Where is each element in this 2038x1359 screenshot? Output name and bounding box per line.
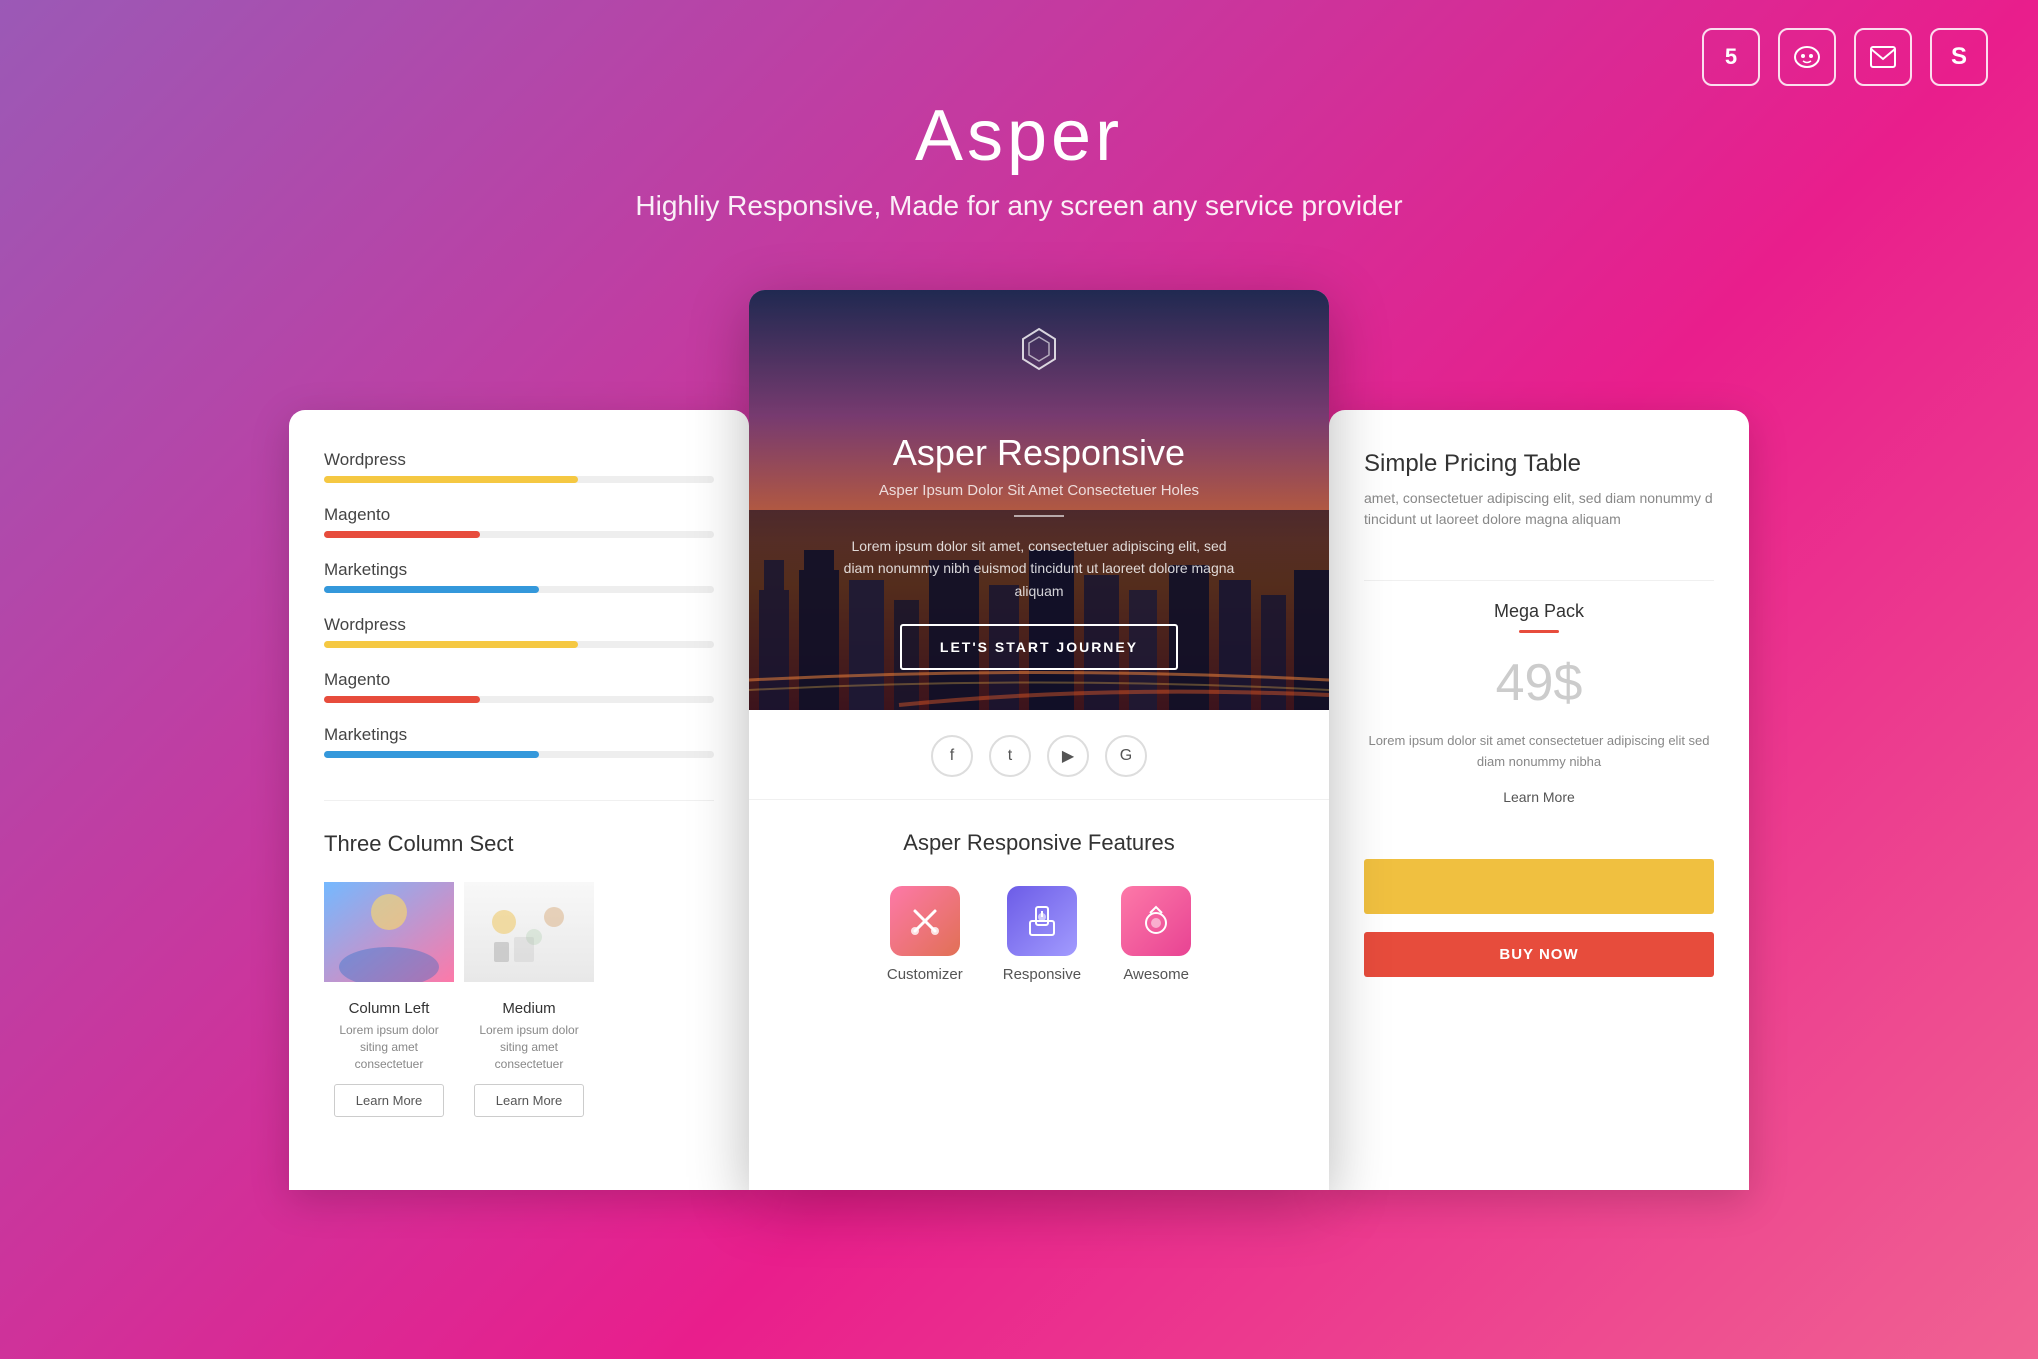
skill-label-magento: Magento <box>324 505 714 525</box>
features-title: Asper Responsive Features <box>784 830 1294 856</box>
skill-row-wordpress: Wordpress <box>324 450 714 483</box>
pack-learn-more[interactable]: Learn More <box>1364 789 1714 805</box>
stampready-icon[interactable]: S <box>1930 28 1988 86</box>
social-icons-row: f t ▶ G <box>749 710 1329 800</box>
skill-label-wordpress: Wordpress <box>324 450 714 470</box>
customizer-icon <box>890 886 960 956</box>
hero-title: Asper <box>0 95 2038 177</box>
pricing-desc: amet, consectetuer adipiscing elit, sed … <box>1364 488 1714 530</box>
pricing-divider <box>1364 580 1714 581</box>
top-icons-bar: 5 S <box>1702 28 1988 86</box>
social-facebook[interactable]: f <box>931 735 973 777</box>
learn-more-btn-left[interactable]: Learn More <box>334 1084 444 1117</box>
feature-label-customizer: Customizer <box>887 966 963 983</box>
center-hero: Asper Responsive Asper Ipsum Dolor Sit A… <box>749 290 1329 710</box>
col-desc-left: Lorem ipsum dolor siting amet consectetu… <box>324 1022 454 1072</box>
three-col-images <box>324 882 714 982</box>
feature-label-responsive: Responsive <box>1003 966 1081 983</box>
html5-icon[interactable]: 5 <box>1702 28 1760 86</box>
pack-underline <box>1519 630 1559 633</box>
cta-button[interactable]: LET'S START JOURNEY <box>900 624 1178 670</box>
feature-label-awesome: Awesome <box>1123 966 1189 983</box>
three-col-title: Three Column Sect <box>324 831 714 857</box>
learn-more-btn-medium[interactable]: Learn More <box>474 1084 584 1117</box>
center-hero-divider <box>1014 515 1064 517</box>
campaign-monitor-icon[interactable] <box>1854 28 1912 86</box>
center-hero-content: Asper Responsive Asper Ipsum Dolor Sit A… <box>839 432 1239 670</box>
pricing-title: Simple Pricing Table <box>1364 450 1714 478</box>
features-row: Customizer Responsive <box>784 886 1294 983</box>
mailchimp-icon[interactable] <box>1778 28 1836 86</box>
pack-name: Mega Pack <box>1364 601 1714 622</box>
col-image-2 <box>464 882 594 982</box>
pack-price: 49$ <box>1364 653 1714 713</box>
col-info-left: Column Left Lorem ipsum dolor siting ame… <box>324 1000 454 1117</box>
skill-bar-bg-magento <box>324 531 714 538</box>
skill-row-magento-2: Magento <box>324 670 714 703</box>
skill-label-marketings: Marketings <box>324 560 714 580</box>
skills-section-left: Wordpress Magento Marketings <box>289 410 749 800</box>
skill-bar-fill-2 <box>324 641 578 648</box>
features-section: Asper Responsive Features Customizer <box>749 800 1329 1003</box>
skill-label-wordpress-2: Wordpress <box>324 615 714 635</box>
card-center: Asper Responsive Asper Ipsum Dolor Sit A… <box>749 290 1329 1190</box>
card-left: Wordpress Magento Marketings <box>289 410 749 1190</box>
skill-bar-fill-magento <box>324 531 480 538</box>
feature-customizer: Customizer <box>887 886 963 983</box>
col-desc-medium: Lorem ipsum dolor siting amet consectetu… <box>464 1022 594 1072</box>
skill-row-marketings-2: Marketings <box>324 725 714 758</box>
feature-responsive: Responsive <box>1003 886 1081 983</box>
buy-now-button[interactable]: BUY NOW <box>1364 932 1714 977</box>
pricing-top: Simple Pricing Table amet, consectetuer … <box>1329 410 1749 560</box>
feature-awesome: Awesome <box>1121 886 1191 983</box>
pack-price-desc: Lorem ipsum dolor sit amet consectetuer … <box>1364 731 1714 773</box>
col-title-medium: Medium <box>464 1000 594 1017</box>
cards-area: Wordpress Magento Marketings <box>50 290 1988 1359</box>
skill-bar-bg-marketings <box>324 586 714 593</box>
pricing-content: Mega Pack 49$ Lorem ipsum dolor sit amet… <box>1329 601 1749 859</box>
col-title-left: Column Left <box>324 1000 454 1017</box>
center-logo <box>1015 325 1063 381</box>
skill-row-wordpress-2: Wordpress <box>324 615 714 648</box>
skill-bar-fill-marketings-2 <box>324 751 539 758</box>
col-info-medium: Medium Lorem ipsum dolor siting amet con… <box>464 1000 594 1117</box>
social-google[interactable]: G <box>1105 735 1147 777</box>
hero-subtitle: Highliy Responsive, Made for any screen … <box>0 190 2038 222</box>
card-right: Simple Pricing Table amet, consectetuer … <box>1329 410 1749 1190</box>
three-col-section: Three Column Sect <box>289 801 749 1137</box>
center-hero-sub: Asper Ipsum Dolor Sit Amet Consectetuer … <box>839 482 1239 499</box>
skill-bar-fill-marketings <box>324 586 539 593</box>
skill-bar-bg-2 <box>324 641 714 648</box>
three-col-labels: Column Left Lorem ipsum dolor siting ame… <box>324 1000 714 1117</box>
responsive-icon <box>1007 886 1077 956</box>
col-image-1 <box>324 882 454 982</box>
yellow-block <box>1364 859 1714 914</box>
social-play[interactable]: ▶ <box>1047 735 1089 777</box>
skill-label-magento-2: Magento <box>324 670 714 690</box>
skill-label-marketings-2: Marketings <box>324 725 714 745</box>
skill-bar-bg-magento-2 <box>324 696 714 703</box>
social-twitter[interactable]: t <box>989 735 1031 777</box>
skill-row-magento: Magento <box>324 505 714 538</box>
skill-bar-fill-wordpress <box>324 476 578 483</box>
skill-bar-bg-wordpress <box>324 476 714 483</box>
skill-bar-bg-marketings-2 <box>324 751 714 758</box>
center-hero-desc: Lorem ipsum dolor sit amet, consectetuer… <box>839 535 1239 602</box>
skill-row-marketings: Marketings <box>324 560 714 593</box>
center-hero-title: Asper Responsive <box>839 432 1239 474</box>
skill-bar-fill-magento-2 <box>324 696 480 703</box>
awesome-icon <box>1121 886 1191 956</box>
